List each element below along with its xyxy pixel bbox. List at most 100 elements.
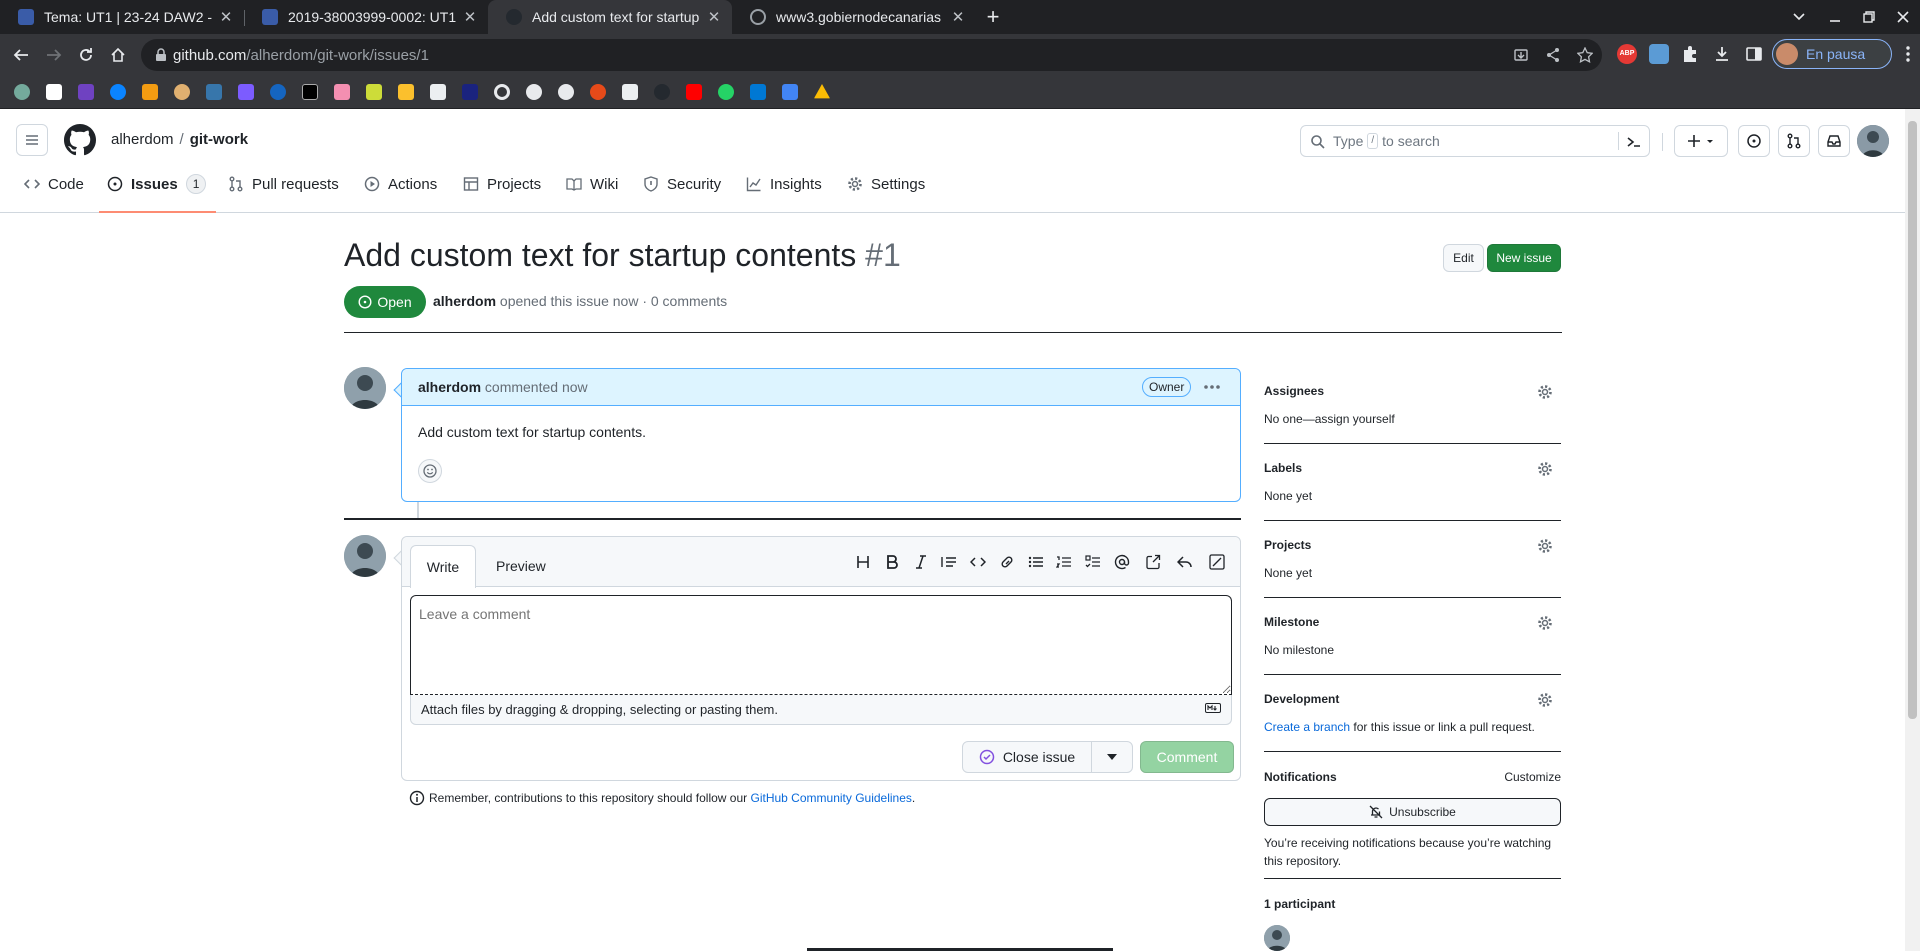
ordered-list-icon[interactable]	[1055, 553, 1073, 571]
bookmark-icon[interactable]	[398, 84, 414, 100]
bookmark-icon[interactable]	[462, 84, 478, 100]
browser-tab[interactable]: www3.gobiernodecanarias ✕	[732, 0, 976, 34]
unsubscribe-button[interactable]: Unsubscribe	[1264, 798, 1561, 826]
downloads-icon[interactable]	[1712, 44, 1732, 64]
share-icon[interactable]	[1545, 47, 1561, 63]
browser-menu-icon[interactable]	[1898, 44, 1918, 64]
browser-tab[interactable]: 2019-38003999-0002: UT1 ✕	[244, 0, 488, 34]
gear-icon[interactable]	[1537, 384, 1553, 400]
close-tab-icon[interactable]: ✕	[950, 8, 966, 26]
participant-avatar[interactable]	[1264, 925, 1290, 951]
attach-files-area[interactable]: Attach files by dragging & dropping, sel…	[410, 695, 1232, 725]
tab-write[interactable]: Write	[410, 545, 476, 588]
bookmark-icon[interactable]	[142, 84, 158, 100]
tab-security[interactable]: Security	[643, 156, 721, 212]
repo-name-link[interactable]: git-work	[190, 131, 248, 148]
profile-button[interactable]: En pausa	[1772, 39, 1892, 69]
inbox-icon[interactable]	[1818, 125, 1850, 157]
tab-settings[interactable]: Settings	[847, 156, 925, 212]
extension-icon[interactable]	[1649, 44, 1669, 64]
side-panel-icon[interactable]	[1744, 44, 1764, 64]
tab-projects[interactable]: Projects	[463, 156, 541, 212]
issues-icon[interactable]	[1738, 125, 1770, 157]
outlook-bookmark-icon[interactable]	[750, 84, 766, 100]
forward-icon[interactable]	[41, 42, 67, 68]
reload-icon[interactable]	[73, 42, 99, 68]
close-window-icon[interactable]	[1886, 0, 1920, 34]
home-icon[interactable]	[105, 42, 131, 68]
pull-requests-icon[interactable]	[1778, 125, 1810, 157]
assignees-value[interactable]: No one—assign yourself	[1264, 412, 1561, 426]
comment-submit-button[interactable]: Comment	[1140, 741, 1234, 773]
browser-tab[interactable]: Tema: UT1 | 23-24 DAW2 - ✕	[0, 0, 244, 34]
reply-icon[interactable]	[1176, 553, 1194, 571]
chatgpt-bookmark-icon[interactable]	[14, 84, 30, 100]
bookmark-icon[interactable]	[366, 84, 382, 100]
onedrive-bookmark-icon[interactable]	[110, 84, 126, 100]
add-reaction-button[interactable]	[418, 459, 442, 483]
tab-insights[interactable]: Insights	[746, 156, 822, 212]
link-icon[interactable]	[998, 553, 1016, 571]
bookmark-icon[interactable]	[78, 84, 94, 100]
markdown-icon[interactable]	[1205, 703, 1221, 713]
gear-icon[interactable]	[1537, 615, 1553, 631]
heading-icon[interactable]	[854, 553, 872, 571]
bookmark-icon[interactable]	[558, 84, 574, 100]
quote-icon[interactable]	[940, 553, 958, 571]
comment-author-link[interactable]: alherdom	[418, 379, 481, 395]
create-branch-link[interactable]: Create a branch	[1264, 720, 1350, 734]
x-bookmark-icon[interactable]	[302, 84, 318, 100]
minimize-icon[interactable]	[1818, 0, 1852, 34]
tab-pull-requests[interactable]: Pull requests	[228, 156, 339, 212]
tab-actions[interactable]: Actions	[364, 156, 437, 212]
sidebar-title[interactable]: Milestone	[1264, 615, 1561, 629]
search-input[interactable]: Type / to search	[1300, 125, 1650, 157]
restore-icon[interactable]	[1852, 0, 1886, 34]
install-app-icon[interactable]	[1513, 47, 1529, 63]
italic-icon[interactable]	[912, 553, 930, 571]
gear-icon[interactable]	[1537, 461, 1553, 477]
bookmark-icon[interactable]	[430, 84, 446, 100]
bookmark-icon[interactable]	[174, 84, 190, 100]
bookmark-icon[interactable]	[270, 84, 286, 100]
python-bookmark-icon[interactable]	[206, 84, 222, 100]
tab-issues[interactable]: Issues 1	[98, 156, 217, 213]
command-palette-icon[interactable]	[1626, 134, 1642, 150]
tab-preview[interactable]: Preview	[486, 545, 556, 587]
sidebar-title[interactable]: Labels	[1264, 461, 1561, 475]
repo-owner-link[interactable]: alherdom	[111, 131, 174, 148]
fullscreen-icon[interactable]	[1208, 553, 1226, 571]
youtube-bookmark-icon[interactable]	[686, 84, 702, 100]
close-tab-icon[interactable]: ✕	[706, 8, 722, 26]
scrollbar-thumb[interactable]	[1908, 121, 1917, 719]
address-bar[interactable]: github.com/alherdom/git-work/issues/1	[141, 39, 1602, 71]
bookmark-icon[interactable]	[622, 84, 638, 100]
customize-link[interactable]: Customize	[1504, 770, 1561, 784]
gear-icon[interactable]	[1537, 692, 1553, 708]
amazon-bookmark-icon[interactable]	[46, 84, 62, 100]
hamburger-menu-icon[interactable]	[16, 124, 48, 156]
tab-code[interactable]: Code	[24, 156, 84, 212]
adblock-extension-icon[interactable]: ABP	[1617, 44, 1637, 64]
tab-wiki[interactable]: Wiki	[566, 156, 618, 212]
back-icon[interactable]	[8, 42, 34, 68]
close-tab-icon[interactable]: ✕	[462, 8, 478, 26]
sidebar-title[interactable]: Assignees	[1264, 384, 1561, 398]
edit-title-button[interactable]: Edit	[1443, 244, 1484, 272]
bookmark-icon[interactable]	[590, 84, 606, 100]
comment-timestamp[interactable]: commented now	[485, 379, 588, 395]
bookmark-icon[interactable]	[494, 84, 510, 100]
translate-bookmark-icon[interactable]	[782, 84, 798, 100]
gear-icon[interactable]	[1537, 538, 1553, 554]
sidebar-title[interactable]: Projects	[1264, 538, 1561, 552]
bookmark-star-icon[interactable]	[1577, 47, 1593, 63]
guidelines-link[interactable]: GitHub Community Guidelines	[751, 791, 912, 805]
github-logo-icon[interactable]	[64, 124, 96, 156]
browser-tab-active[interactable]: Add custom text for startup ✕	[488, 0, 732, 34]
comment-textarea[interactable]	[410, 595, 1232, 695]
site-info-icon[interactable]	[153, 47, 169, 63]
mention-icon[interactable]	[1113, 553, 1131, 571]
user-avatar[interactable]	[1857, 125, 1889, 157]
unordered-list-icon[interactable]	[1027, 553, 1045, 571]
kebab-menu-icon[interactable]	[1202, 377, 1222, 397]
